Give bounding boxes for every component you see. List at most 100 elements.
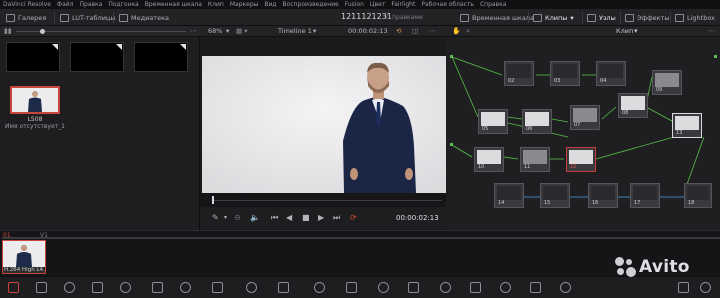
node-04[interactable]: 04	[596, 61, 626, 86]
first-frame-button[interactable]: ⏮	[271, 213, 278, 223]
node-14[interactable]: 14	[494, 183, 524, 208]
menu-timeline[interactable]: Временная шкала	[145, 1, 202, 8]
key-icon[interactable]	[346, 282, 357, 293]
media-pool-bar: ▮▮ ⋯	[0, 26, 200, 37]
hand-tool-icon[interactable]: ✋	[452, 27, 461, 35]
eyedropper-icon[interactable]: ✎	[212, 213, 219, 223]
timeline-tab[interactable]: Временная шкала	[460, 11, 534, 24]
nodes-tab[interactable]: Узлы	[587, 11, 616, 24]
source-port[interactable]	[450, 55, 453, 58]
menu-fairlight[interactable]: Fairlight	[391, 1, 415, 8]
menu-edit[interactable]: Правка	[80, 1, 103, 8]
node-09[interactable]: 09	[652, 70, 682, 95]
chevron-down-icon[interactable]: ▾	[634, 27, 638, 35]
cut-page-icon[interactable]	[36, 282, 47, 293]
menu-help[interactable]: Справка	[480, 1, 506, 8]
scrub-bar[interactable]	[200, 193, 446, 207]
save-status: С правками	[386, 14, 423, 21]
menu-trim[interactable]: Подгонка	[108, 1, 138, 8]
keyframes-icon[interactable]	[700, 282, 711, 293]
chevron-down-icon[interactable]: ▾	[313, 27, 316, 35]
more-options-icon[interactable]: ⋯	[190, 27, 197, 35]
clip-options-icon[interactable]: ◫	[412, 27, 418, 35]
node-02[interactable]: 02	[504, 61, 534, 86]
node-05[interactable]: 05	[478, 109, 508, 134]
3d-icon[interactable]	[408, 282, 419, 293]
curves-icon[interactable]	[470, 282, 481, 293]
selected-clip-thumbnail[interactable]	[10, 86, 60, 114]
stereo-icon[interactable]	[560, 282, 571, 293]
settings-icon[interactable]	[678, 282, 689, 293]
timeline-name[interactable]: Timeline 1	[278, 27, 312, 35]
deliver-page-icon[interactable]	[180, 282, 191, 293]
node-06[interactable]: 06	[522, 109, 552, 134]
more-options-icon[interactable]: ⋯	[429, 27, 436, 35]
effects-page-icon[interactable]	[212, 282, 223, 293]
effects-tab[interactable]: Эффекты	[625, 11, 670, 24]
playhead[interactable]	[212, 196, 214, 204]
menu-workspace[interactable]: Рабочая область	[421, 1, 474, 8]
node-07[interactable]: 07	[570, 105, 600, 130]
output-port[interactable]	[714, 55, 717, 58]
play-button[interactable]: ▶	[318, 213, 324, 223]
edit-page-icon[interactable]	[64, 282, 75, 293]
node-18[interactable]: 18	[684, 183, 712, 208]
blur-icon[interactable]	[314, 282, 325, 293]
node-16[interactable]: 16	[588, 183, 618, 208]
menu-playback[interactable]: Воспроизведение	[283, 1, 339, 8]
media-page-icon[interactable]	[8, 282, 19, 293]
menu-view[interactable]: Вид	[264, 1, 276, 8]
timeline-clip[interactable]: H.264 High L4...	[2, 240, 46, 274]
zoom-level[interactable]: 68%	[208, 27, 222, 35]
slider-handle[interactable]	[40, 29, 45, 34]
sizing-icon[interactable]	[378, 282, 389, 293]
node-15[interactable]: 15	[540, 183, 570, 208]
mediapool-tab[interactable]: Медиатека	[119, 11, 169, 24]
lightbox-tab[interactable]: Lightbox	[675, 11, 715, 24]
node-10[interactable]: 10	[474, 147, 504, 172]
color-page-icon[interactable]	[120, 282, 131, 293]
node-13[interactable]: 13	[672, 113, 702, 138]
luts-tab[interactable]: LUT-таблицы	[60, 11, 116, 24]
last-frame-button[interactable]: ⏭	[333, 213, 340, 223]
more-options-icon[interactable]: ⋯	[708, 27, 715, 35]
source-port[interactable]	[450, 143, 453, 146]
window-icon[interactable]	[278, 282, 289, 293]
loop-toggle-icon[interactable]: ⟲	[396, 27, 401, 35]
menu-file[interactable]: Файл	[57, 1, 74, 8]
chevron-down-icon[interactable]: ▾	[224, 213, 227, 223]
qualifier-icon[interactable]	[500, 282, 511, 293]
node-graph[interactable]: 02 03 04 09 05 06 07 08 13 10 11 12 14 1…	[446, 37, 720, 230]
pool-thumbnail[interactable]	[6, 42, 60, 72]
node-11[interactable]: 11	[520, 147, 550, 172]
menu-color[interactable]: Цвет	[370, 1, 385, 8]
stop-button[interactable]: ■	[302, 213, 310, 223]
pool-thumbnail[interactable]	[134, 42, 188, 72]
highlight-icon[interactable]: ⊖	[234, 213, 241, 223]
node-17[interactable]: 17	[630, 183, 660, 208]
zoom-tool-icon[interactable]: ⌕	[466, 27, 470, 36]
menu-fusion[interactable]: Fusion	[345, 1, 364, 8]
chevron-down-icon[interactable]: ▾	[226, 27, 229, 35]
tracker-icon[interactable]	[246, 282, 257, 293]
pool-thumbnail[interactable]	[70, 42, 124, 72]
menu-app[interactable]: DaVinci Resolve	[3, 1, 51, 8]
clips-tab[interactable]: Клипы ▾	[533, 11, 574, 24]
timeline-ruler[interactable]	[2, 237, 720, 239]
motion-icon[interactable]	[530, 282, 541, 293]
fusion-page-icon[interactable]	[92, 282, 103, 293]
loop-icon[interactable]: ⟳	[350, 213, 357, 223]
menu-clip[interactable]: Клип	[208, 1, 224, 8]
reverse-play-button[interactable]: ◀	[286, 213, 292, 223]
audio-icon[interactable]: 🔈	[250, 213, 260, 223]
list-view-icon[interactable]: ▮▮	[4, 27, 12, 35]
node-03[interactable]: 03	[550, 61, 580, 86]
gallery-tab[interactable]: Галерея	[6, 11, 46, 24]
fairlight-page-icon[interactable]	[152, 282, 163, 293]
menu-markers[interactable]: Маркеры	[230, 1, 259, 8]
node-mode-select[interactable]: Клип	[616, 27, 633, 35]
node-08[interactable]: 08	[618, 93, 648, 118]
node-12[interactable]: 12	[566, 147, 596, 172]
scopes-icon[interactable]	[440, 282, 451, 293]
viewer-options-icon[interactable]: ▦ ▾	[236, 27, 247, 35]
